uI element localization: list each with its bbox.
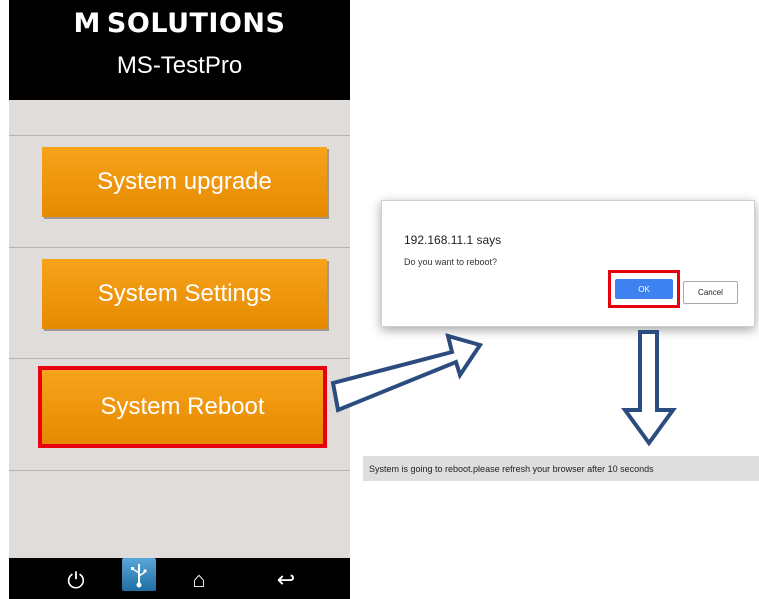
- cancel-button[interactable]: Cancel: [683, 281, 738, 304]
- ok-button[interactable]: OK: [615, 279, 673, 299]
- logo-m: M: [73, 8, 101, 39]
- reboot-status-message: System is going to reboot.please refresh…: [363, 456, 759, 481]
- system-settings-button[interactable]: System Settings: [42, 259, 327, 329]
- logo-text: SOLUTIONS: [106, 8, 286, 39]
- divider: [9, 135, 350, 136]
- product-name: MS-TestPro: [116, 52, 243, 79]
- divider: [9, 358, 350, 359]
- back-icon[interactable]: ↩: [271, 566, 301, 594]
- bottom-nav: ⏻ ⌂ ↩: [9, 558, 350, 599]
- divider: [9, 247, 350, 248]
- home-icon[interactable]: ⌂: [184, 566, 214, 594]
- dialog-title: 192.168.11.1 says: [404, 233, 502, 247]
- usb-icon[interactable]: [122, 558, 156, 591]
- device-panel: M SOLUTIONS MS-TestPro System upgrade Sys…: [9, 0, 350, 599]
- usb-symbol-icon: [131, 564, 147, 588]
- power-icon[interactable]: ⏻: [61, 568, 91, 594]
- system-reboot-button[interactable]: System Reboot: [38, 366, 327, 448]
- down-arrow-icon: [621, 330, 677, 447]
- system-upgrade-button[interactable]: System upgrade: [42, 147, 327, 217]
- device-header: M SOLUTIONS MS-TestPro: [9, 0, 350, 100]
- right-arrow-icon: [330, 333, 484, 413]
- brand-logo: M SOLUTIONS: [9, 8, 350, 39]
- divider: [9, 470, 350, 471]
- dialog-message: Do you want to reboot?: [404, 257, 498, 267]
- confirm-dialog: 192.168.11.1 says Do you want to reboot?…: [381, 200, 755, 327]
- ok-highlight: OK: [608, 270, 680, 308]
